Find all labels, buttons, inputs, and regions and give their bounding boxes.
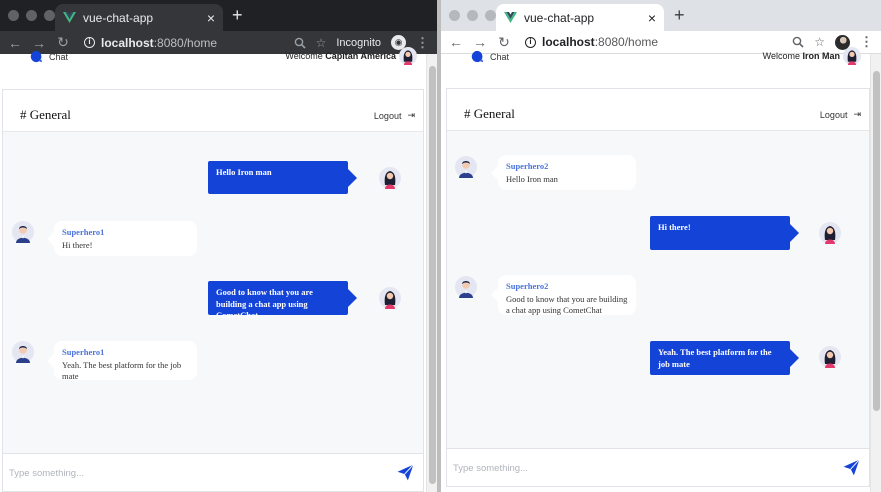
address-bar[interactable]: i localhost:8080/home <box>521 32 782 52</box>
new-tab-button[interactable]: + <box>232 5 243 25</box>
message-bubble-outgoing: Yeah. The best platform for the job mate <box>650 341 790 375</box>
scrollbar-thumb[interactable] <box>429 66 436 484</box>
back-button[interactable]: ← <box>8 35 22 51</box>
close-tab-icon[interactable]: × <box>207 11 215 25</box>
bookmark-star-icon[interactable]: ☆ <box>316 36 327 50</box>
channel-title: # General <box>464 106 515 121</box>
back-button[interactable]: ← <box>449 34 463 50</box>
incognito-label: Incognito <box>336 36 381 49</box>
user-avatar[interactable] <box>843 47 861 65</box>
vue-logo-icon <box>504 12 517 23</box>
send-icon[interactable] <box>396 463 415 482</box>
browser-window-right: vue-chat-app × + ← → ↻ i localhost:8080/… <box>441 0 881 492</box>
app-brand[interactable]: Chat <box>471 50 509 63</box>
reload-button[interactable]: ↻ <box>56 34 70 51</box>
browser-window-left: vue-chat-app × + ← → ↻ i localhost:8080/… <box>0 0 437 492</box>
tab-title: vue-chat-app <box>524 10 595 25</box>
sender-name: Superhero2 <box>506 281 549 291</box>
zoom-icon[interactable] <box>792 36 804 48</box>
vue-logo-icon <box>63 12 76 23</box>
message-composer <box>447 448 869 486</box>
minimize-window-button[interactable] <box>26 10 37 21</box>
chat-logo-icon <box>471 50 484 63</box>
logout-button[interactable]: Logout ⇥ <box>820 109 861 120</box>
chat-header: # General Logout ⇥ <box>3 90 423 132</box>
address-bar[interactable]: i localhost:8080/home <box>80 33 284 53</box>
maximize-window-button[interactable] <box>485 10 496 21</box>
current-user-name: Capitan America <box>325 51 396 61</box>
channel-title: # General <box>20 107 71 122</box>
sender-name: Superhero1 <box>62 347 105 357</box>
tab-title: vue-chat-app <box>83 10 154 25</box>
app-brand[interactable]: Chat <box>30 50 68 63</box>
sender-avatar <box>12 341 34 363</box>
sender-avatar <box>455 276 477 298</box>
info-icon[interactable]: i <box>84 37 95 48</box>
window-controls <box>8 10 55 21</box>
sender-avatar <box>379 167 401 189</box>
bookmark-star-icon[interactable]: ☆ <box>814 35 825 49</box>
url-host: localhost <box>542 35 595 49</box>
app-navbar: Chat Welcome Capitan America <box>0 54 426 70</box>
sender-avatar <box>455 156 477 178</box>
message-bubble-outgoing: Good to know that you are building a cha… <box>208 281 348 320</box>
scrollbar-thumb[interactable] <box>873 71 880 411</box>
info-icon[interactable]: i <box>525 36 536 48</box>
url-host: localhost <box>101 35 154 50</box>
tab-strip: vue-chat-app × + <box>0 0 437 31</box>
app-navbar: Chat Welcome Iron Man <box>441 54 870 70</box>
forward-button[interactable]: → <box>32 35 46 51</box>
welcome-text: Welcome Capitan America <box>285 51 396 61</box>
close-window-button[interactable] <box>8 10 19 21</box>
user-avatar[interactable] <box>399 47 417 65</box>
sender-avatar <box>379 287 401 309</box>
send-icon[interactable] <box>842 458 861 477</box>
welcome-text: Welcome Iron Man <box>762 51 841 61</box>
page-viewport: Chat Welcome Iron Man # General Logout ⇥ … <box>441 54 881 492</box>
logout-icon: ⇥ <box>853 109 861 119</box>
page-scrollbar[interactable] <box>870 54 881 492</box>
minimize-window-button[interactable] <box>467 10 478 21</box>
message-bubble-incoming: Superhero1 Yeah. The best platform for t… <box>54 341 197 381</box>
brand-label: Chat <box>490 51 510 62</box>
message-bubble-incoming: Superhero2 Hello Iron man <box>498 155 636 190</box>
close-tab-icon[interactable]: × <box>648 11 656 25</box>
message-input[interactable] <box>453 458 783 478</box>
browser-menu-icon[interactable]: ⋮ <box>860 34 873 50</box>
logout-icon: ⇥ <box>407 110 415 120</box>
tab-vue-chat-app[interactable]: vue-chat-app × <box>496 4 664 31</box>
chat-header: # General Logout ⇥ <box>447 89 869 131</box>
maximize-window-button[interactable] <box>44 10 55 21</box>
message-bubble-incoming: Superhero2 Good to know that you are bui… <box>498 275 636 315</box>
forward-button[interactable]: → <box>473 34 487 50</box>
chat-panel: # General Logout ⇥ Superhero2 Hello Iron … <box>446 88 870 487</box>
url-path: :8080/home <box>153 35 218 50</box>
tab-strip: vue-chat-app × + <box>441 0 881 31</box>
brand-label: Chat <box>49 51 69 62</box>
message-composer <box>3 453 423 491</box>
message-bubble-incoming: Superhero1 Hi there! <box>54 221 197 256</box>
tab-vue-chat-app[interactable]: vue-chat-app × <box>55 4 223 31</box>
sender-name: Superhero2 <box>506 161 549 171</box>
page-scrollbar[interactable] <box>426 54 437 492</box>
sender-avatar <box>819 346 841 368</box>
new-tab-button[interactable]: + <box>674 5 685 25</box>
message-input[interactable] <box>9 463 339 483</box>
message-bubble-outgoing: Hi there! <box>650 216 790 250</box>
browser-menu-icon[interactable]: ⋮ <box>416 35 429 51</box>
chat-panel: # General Logout ⇥ Hello Iron man Superhe… <box>2 89 424 492</box>
chat-logo-icon <box>30 50 43 63</box>
message-bubble-outgoing: Hello Iron man <box>208 161 348 194</box>
zoom-icon[interactable] <box>294 37 306 49</box>
close-window-button[interactable] <box>449 10 460 21</box>
sender-avatar <box>12 221 34 243</box>
sender-avatar <box>819 222 841 244</box>
page-viewport: Chat Welcome Capitan America # General L… <box>0 54 437 492</box>
logout-button[interactable]: Logout ⇥ <box>374 110 415 121</box>
window-controls <box>449 10 496 21</box>
reload-button[interactable]: ↻ <box>497 34 511 51</box>
current-user-name: Iron Man <box>802 51 841 61</box>
url-path: :8080/home <box>594 35 659 49</box>
sender-name: Superhero1 <box>62 227 105 237</box>
